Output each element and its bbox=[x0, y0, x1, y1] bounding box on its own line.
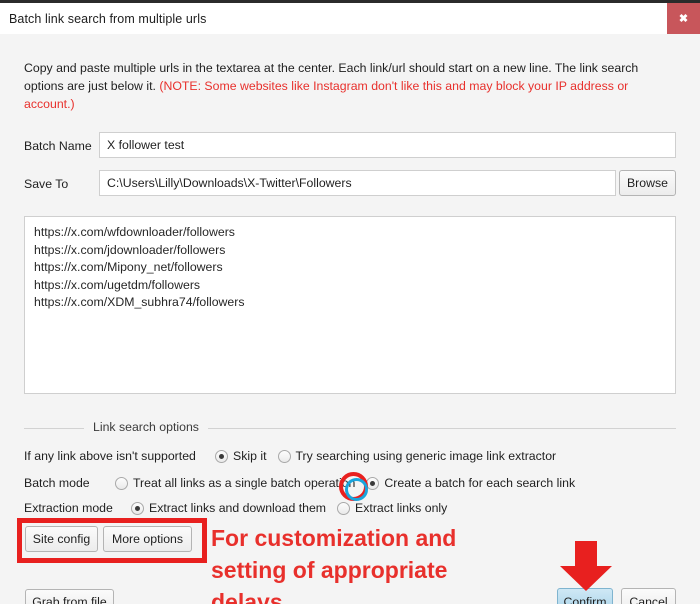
options-group-title: Link search options bbox=[84, 420, 208, 434]
radio-extract-links-only-label[interactable]: Extract links only bbox=[355, 501, 447, 515]
title-bar: Batch link search from multiple urls ✖ bbox=[0, 3, 700, 34]
radio-skip-it[interactable] bbox=[215, 449, 228, 463]
batch-mode-option-row: Batch mode Treat all links as a single b… bbox=[24, 476, 575, 490]
radio-batch-per-search-link-label[interactable]: Create a batch for each search link bbox=[384, 476, 575, 490]
radio-generic-image-extractor-label[interactable]: Try searching using generic image link e… bbox=[296, 449, 557, 463]
extraction-mode-option-row: Extraction mode Extract links and downlo… bbox=[24, 501, 447, 515]
annotation-text: For customization and setting of appropr… bbox=[211, 525, 457, 604]
grab-from-file-button[interactable]: Grab from file bbox=[25, 589, 114, 604]
extraction-mode-label: Extraction mode bbox=[24, 501, 113, 515]
radio-skip-it-label[interactable]: Skip it bbox=[233, 449, 267, 463]
radio-extract-and-download-label[interactable]: Extract links and download them bbox=[149, 501, 326, 515]
more-options-button[interactable]: More options bbox=[103, 526, 192, 552]
instructions-text: Copy and paste multiple urls in the text… bbox=[24, 59, 676, 113]
window-title: Batch link search from multiple urls bbox=[9, 11, 207, 26]
unsupported-label: If any link above isn't supported bbox=[24, 449, 196, 463]
radio-single-batch-operation[interactable] bbox=[115, 476, 128, 490]
urls-textarea[interactable]: https://x.com/wfdownloader/followers htt… bbox=[24, 216, 676, 394]
radio-extract-links-only[interactable] bbox=[337, 501, 351, 515]
save-to-label: Save To bbox=[24, 177, 69, 191]
save-to-input[interactable] bbox=[99, 170, 616, 196]
radio-single-batch-operation-label[interactable]: Treat all links as a single batch operat… bbox=[133, 476, 355, 490]
batch-mode-label: Batch mode bbox=[24, 476, 90, 490]
radio-extract-and-download[interactable] bbox=[131, 501, 144, 515]
site-config-button[interactable]: Site config bbox=[25, 526, 98, 552]
radio-batch-per-search-link[interactable] bbox=[366, 476, 380, 490]
browse-button[interactable]: Browse bbox=[619, 170, 676, 196]
unsupported-option-row: If any link above isn't supported Skip i… bbox=[24, 449, 556, 463]
confirm-button[interactable]: Confirm bbox=[557, 588, 613, 604]
dialog-body: Copy and paste multiple urls in the text… bbox=[0, 34, 700, 604]
batch-name-input[interactable] bbox=[99, 132, 676, 158]
close-icon[interactable]: ✖ bbox=[667, 3, 700, 34]
annotation-down-arrow-icon bbox=[558, 541, 614, 591]
batch-name-label: Batch Name bbox=[24, 139, 92, 153]
radio-generic-image-extractor[interactable] bbox=[277, 449, 291, 463]
batch-link-search-dialog: Batch link search from multiple urls ✖ C… bbox=[0, 0, 700, 604]
cancel-button[interactable]: Cancel bbox=[621, 588, 676, 604]
